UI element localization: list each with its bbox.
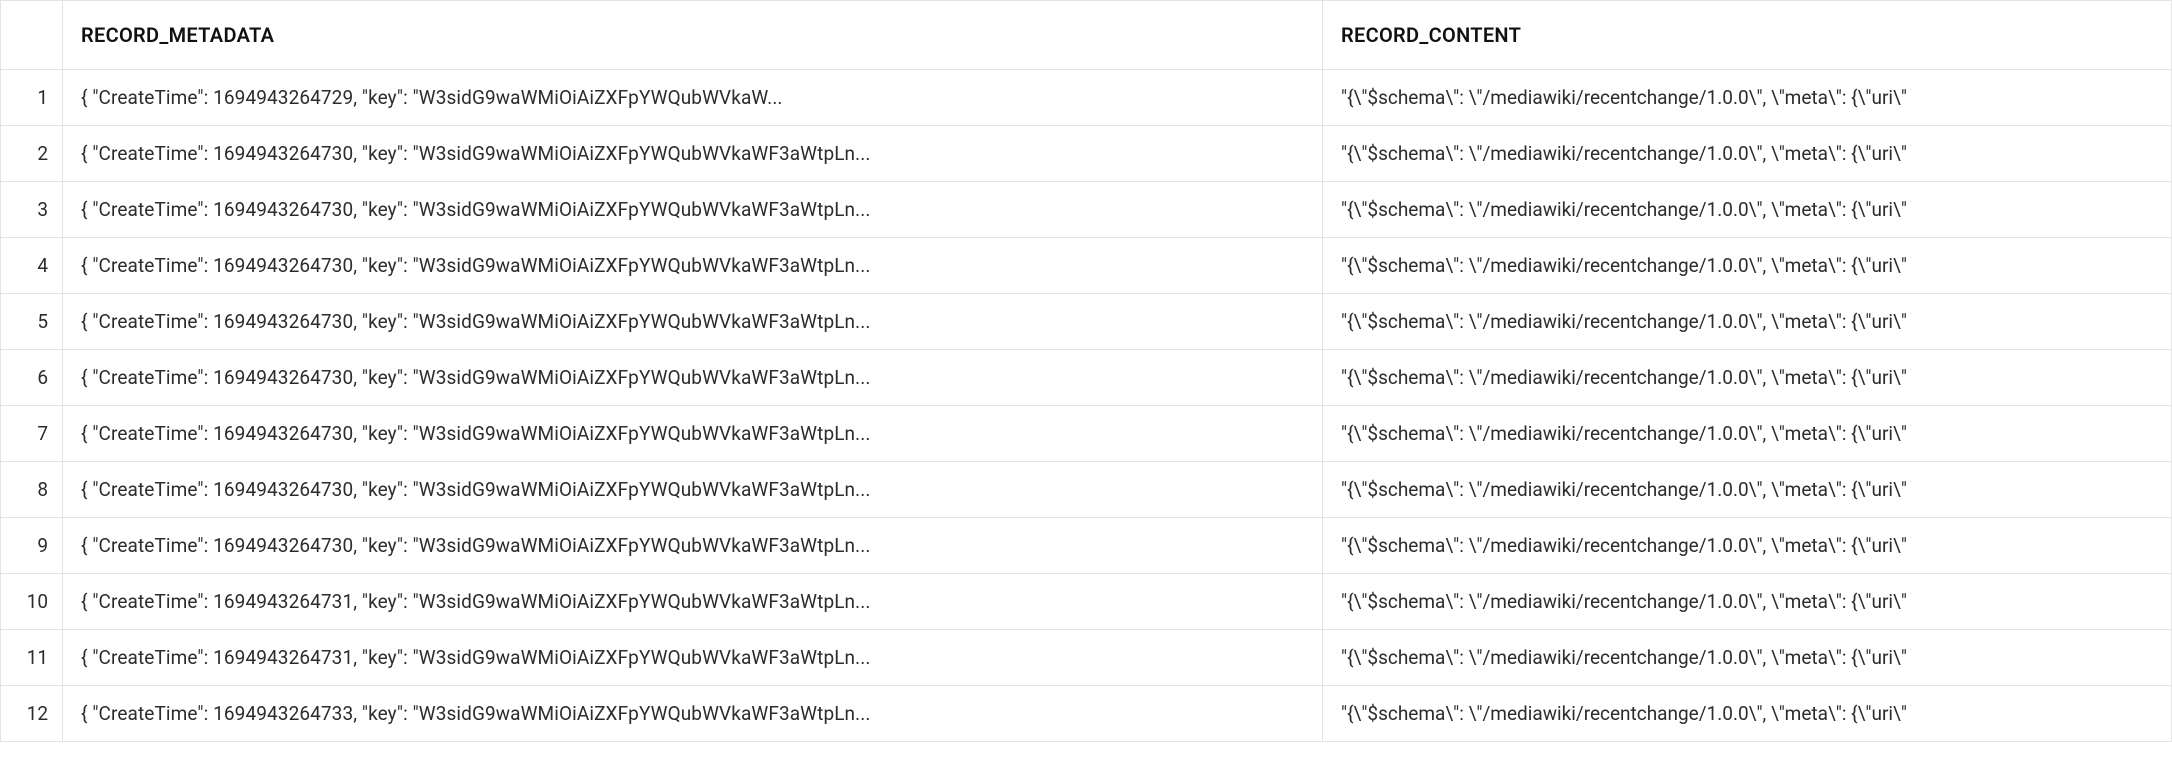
- row-number: 12: [1, 686, 63, 742]
- data-table: RECORD_METADATA RECORD_CONTENT 1 { "Crea…: [0, 0, 2172, 742]
- cell-content[interactable]: "{\"$schema\": \"/mediawiki/recentchange…: [1323, 350, 2172, 406]
- table-row[interactable]: 4 { "CreateTime": 1694943264730, "key": …: [1, 238, 2172, 294]
- cell-content[interactable]: "{\"$schema\": \"/mediawiki/recentchange…: [1323, 182, 2172, 238]
- cell-metadata[interactable]: { "CreateTime": 1694943264729, "key": "W…: [63, 70, 1323, 126]
- table-row[interactable]: 7 { "CreateTime": 1694943264730, "key": …: [1, 406, 2172, 462]
- table-row[interactable]: 9 { "CreateTime": 1694943264730, "key": …: [1, 518, 2172, 574]
- row-number: 2: [1, 126, 63, 182]
- cell-content[interactable]: "{\"$schema\": \"/mediawiki/recentchange…: [1323, 70, 2172, 126]
- table-row[interactable]: 11 { "CreateTime": 1694943264731, "key":…: [1, 630, 2172, 686]
- row-number: 5: [1, 294, 63, 350]
- cell-content[interactable]: "{\"$schema\": \"/mediawiki/recentchange…: [1323, 126, 2172, 182]
- row-number: 7: [1, 406, 63, 462]
- row-number: 6: [1, 350, 63, 406]
- row-number: 9: [1, 518, 63, 574]
- table-row[interactable]: 12 { "CreateTime": 1694943264733, "key":…: [1, 686, 2172, 742]
- cell-content[interactable]: "{\"$schema\": \"/mediawiki/recentchange…: [1323, 294, 2172, 350]
- row-number: 11: [1, 630, 63, 686]
- cell-metadata[interactable]: { "CreateTime": 1694943264730, "key": "W…: [63, 518, 1323, 574]
- cell-content[interactable]: "{\"$schema\": \"/mediawiki/recentchange…: [1323, 462, 2172, 518]
- cell-metadata[interactable]: { "CreateTime": 1694943264731, "key": "W…: [63, 574, 1323, 630]
- row-number: 10: [1, 574, 63, 630]
- table-row[interactable]: 8 { "CreateTime": 1694943264730, "key": …: [1, 462, 2172, 518]
- cell-metadata[interactable]: { "CreateTime": 1694943264730, "key": "W…: [63, 182, 1323, 238]
- cell-metadata[interactable]: { "CreateTime": 1694943264730, "key": "W…: [63, 406, 1323, 462]
- table-row[interactable]: 3 { "CreateTime": 1694943264730, "key": …: [1, 182, 2172, 238]
- column-header-metadata[interactable]: RECORD_METADATA: [63, 1, 1323, 70]
- cell-content[interactable]: "{\"$schema\": \"/mediawiki/recentchange…: [1323, 686, 2172, 742]
- cell-metadata[interactable]: { "CreateTime": 1694943264730, "key": "W…: [63, 126, 1323, 182]
- row-number: 1: [1, 70, 63, 126]
- header-rownum: [1, 1, 63, 70]
- row-number: 8: [1, 462, 63, 518]
- row-number: 4: [1, 238, 63, 294]
- cell-metadata[interactable]: { "CreateTime": 1694943264730, "key": "W…: [63, 350, 1323, 406]
- cell-content[interactable]: "{\"$schema\": \"/mediawiki/recentchange…: [1323, 406, 2172, 462]
- column-header-content[interactable]: RECORD_CONTENT: [1323, 1, 2172, 70]
- table-row[interactable]: 6 { "CreateTime": 1694943264730, "key": …: [1, 350, 2172, 406]
- table-row[interactable]: 5 { "CreateTime": 1694943264730, "key": …: [1, 294, 2172, 350]
- cell-metadata[interactable]: { "CreateTime": 1694943264730, "key": "W…: [63, 294, 1323, 350]
- cell-content[interactable]: "{\"$schema\": \"/mediawiki/recentchange…: [1323, 630, 2172, 686]
- cell-content[interactable]: "{\"$schema\": \"/mediawiki/recentchange…: [1323, 574, 2172, 630]
- table-row[interactable]: 1 { "CreateTime": 1694943264729, "key": …: [1, 70, 2172, 126]
- cell-metadata[interactable]: { "CreateTime": 1694943264730, "key": "W…: [63, 462, 1323, 518]
- cell-metadata[interactable]: { "CreateTime": 1694943264730, "key": "W…: [63, 238, 1323, 294]
- table-row[interactable]: 10 { "CreateTime": 1694943264731, "key":…: [1, 574, 2172, 630]
- table-row[interactable]: 2 { "CreateTime": 1694943264730, "key": …: [1, 126, 2172, 182]
- table-header-row: RECORD_METADATA RECORD_CONTENT: [1, 1, 2172, 70]
- cell-metadata[interactable]: { "CreateTime": 1694943264733, "key": "W…: [63, 686, 1323, 742]
- cell-content[interactable]: "{\"$schema\": \"/mediawiki/recentchange…: [1323, 238, 2172, 294]
- row-number: 3: [1, 182, 63, 238]
- cell-content[interactable]: "{\"$schema\": \"/mediawiki/recentchange…: [1323, 518, 2172, 574]
- cell-metadata[interactable]: { "CreateTime": 1694943264731, "key": "W…: [63, 630, 1323, 686]
